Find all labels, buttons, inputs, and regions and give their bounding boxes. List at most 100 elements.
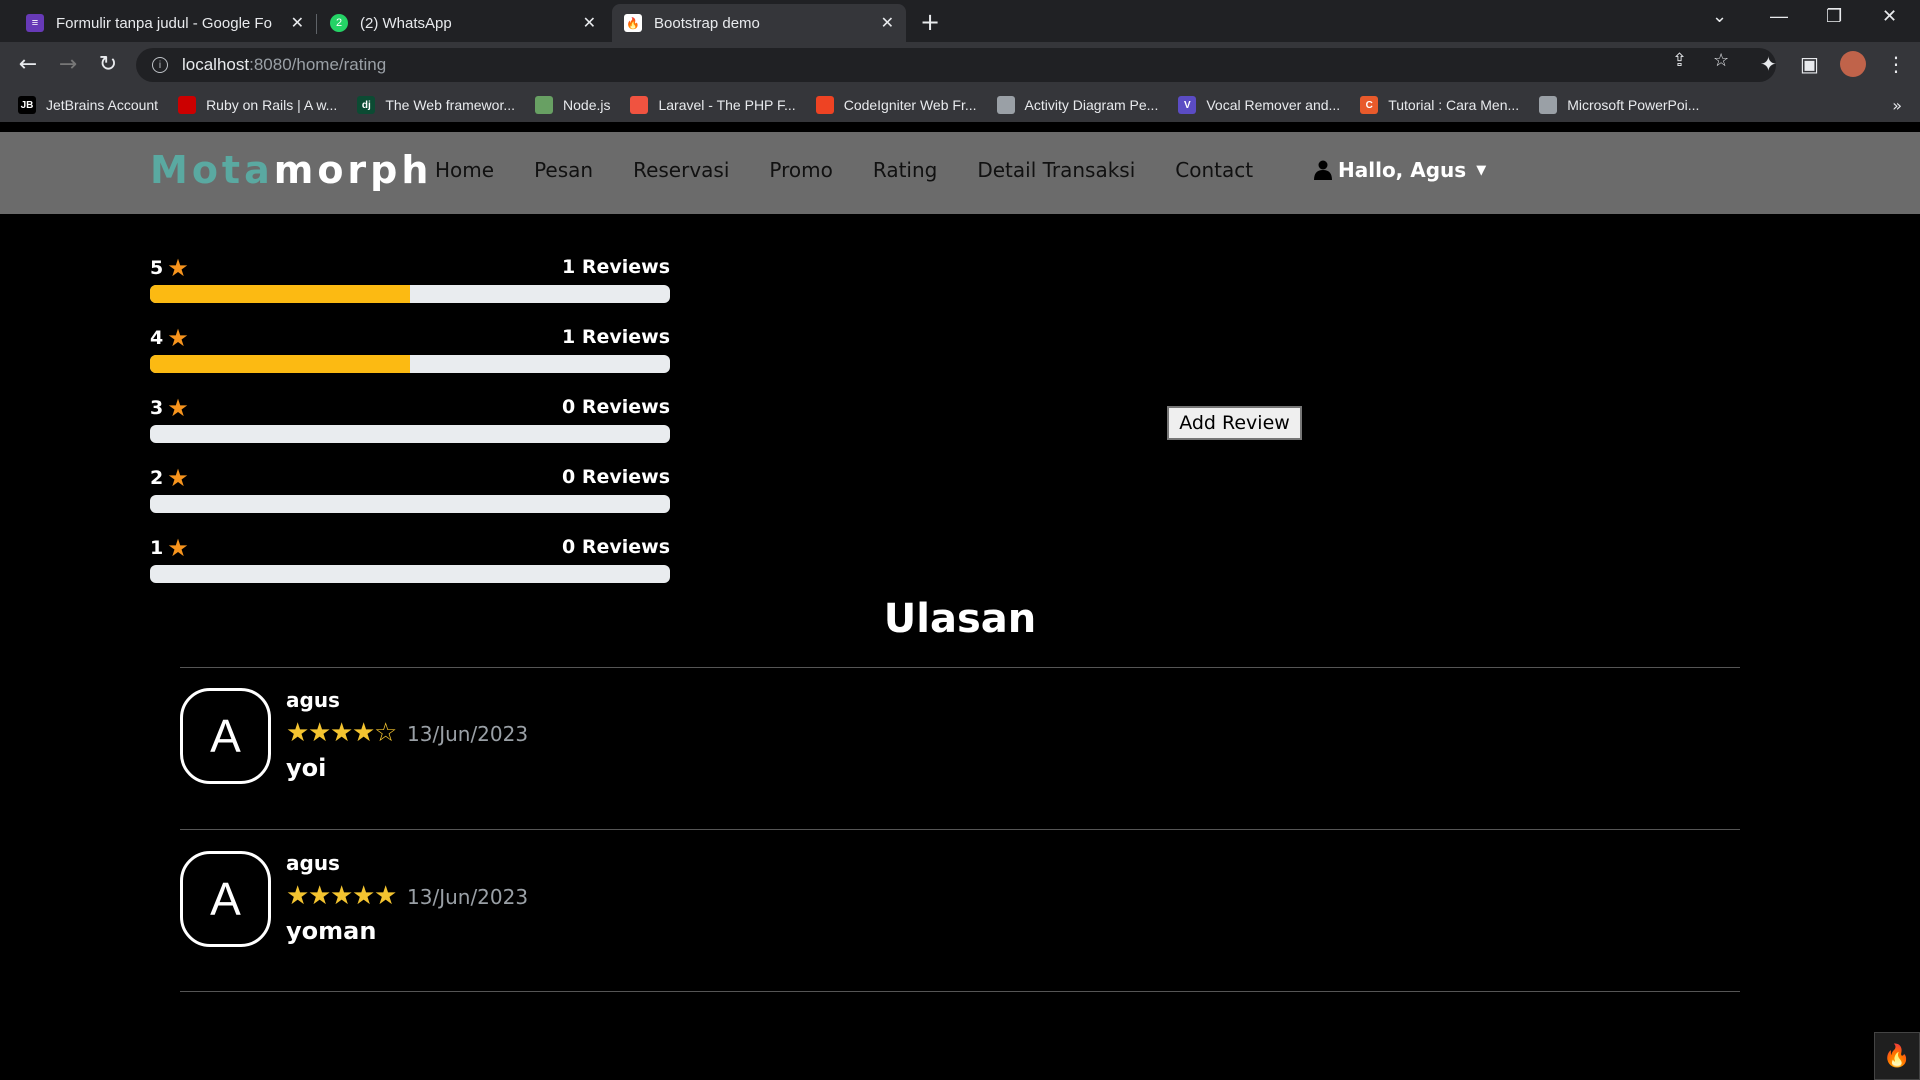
- rating-number: 5: [150, 257, 164, 279]
- star-icon: ★: [167, 464, 189, 492]
- brand-part1: Mota: [150, 148, 274, 192]
- bookmark-item[interactable]: C Tutorial : Cara Men...: [1360, 96, 1519, 114]
- divider: [180, 829, 1740, 830]
- bookmark-item[interactable]: Activity Diagram Pe...: [996, 96, 1159, 114]
- bookmark-item[interactable]: V Vocal Remover and...: [1178, 96, 1340, 114]
- minimize-icon[interactable]: —: [1770, 6, 1788, 27]
- tab-whatsapp[interactable]: 2 (2) WhatsApp ✕: [318, 4, 608, 42]
- site-info-icon[interactable]: i: [152, 57, 168, 73]
- rating-row: 1 ★ 0 Reviews: [150, 534, 670, 594]
- extensions-icon[interactable]: ✦: [1760, 52, 1777, 76]
- side-panel-icon[interactable]: ▣: [1800, 52, 1819, 76]
- bookmarks-overflow-button[interactable]: »: [1892, 96, 1902, 115]
- close-icon[interactable]: ✕: [291, 13, 304, 33]
- nav-link-detail-transaksi[interactable]: Detail Transaksi: [977, 158, 1135, 182]
- new-tab-button[interactable]: +: [920, 8, 940, 36]
- tab-title: Bootstrap demo: [654, 14, 760, 32]
- bookmark-label: Laravel - The PHP F...: [658, 97, 796, 113]
- nav-link-home[interactable]: Home: [435, 158, 494, 182]
- nav-link-contact[interactable]: Contact: [1175, 158, 1253, 182]
- nav-link-reservasi[interactable]: Reservasi: [633, 158, 729, 182]
- rating-bar: [150, 425, 670, 443]
- site-navbar: Motamorph Home Pesan Reservasi Promo Rating D…: [0, 132, 1920, 214]
- tab-separator: [316, 14, 317, 34]
- nav-links: Home Pesan Reservasi Promo Rating Detail Tran…: [435, 158, 1293, 182]
- rating-level: 1 ★: [150, 534, 189, 562]
- tab-strip: ≡ Formulir tanpa judul - Google Fo ✕ 2 (…: [0, 0, 1920, 42]
- review-stars: ★ ★ ★ ★ ☆: [286, 718, 397, 748]
- tab-title: Formulir tanpa judul - Google Fo: [56, 14, 272, 32]
- reload-icon[interactable]: ↻: [94, 52, 122, 77]
- bookmark-favicon-icon: JB: [18, 96, 36, 114]
- star-filled-icon: ★: [308, 718, 332, 748]
- nav-link-promo[interactable]: Promo: [769, 158, 832, 182]
- rating-bar-fill: [150, 285, 410, 303]
- bookmark-star-icon[interactable]: ☆: [1713, 50, 1729, 71]
- star-filled-icon: ★: [352, 881, 376, 911]
- star-filled-icon: ★: [286, 881, 310, 911]
- review-item: Aagus ★ ★ ★ ★ ★ 13/Jun/2023 yoman: [180, 851, 1740, 961]
- bookmark-label: Activity Diagram Pe...: [1024, 97, 1159, 113]
- rating-number: 4: [150, 327, 164, 349]
- restore-icon[interactable]: ❐: [1826, 6, 1842, 27]
- profile-avatar[interactable]: [1840, 51, 1866, 77]
- bookmark-favicon-icon: [178, 96, 197, 114]
- bookmark-item[interactable]: Microsoft PowerPoi...: [1539, 96, 1699, 114]
- tab-title: (2) WhatsApp: [360, 14, 452, 32]
- bookmark-label: Microsoft PowerPoi...: [1567, 97, 1700, 113]
- forms-icon: ≡: [26, 14, 44, 32]
- bookmark-item[interactable]: CodeIgniter Web Fr...: [815, 96, 977, 114]
- bookmark-favicon-icon: [630, 96, 649, 114]
- star-filled-icon: ★: [352, 718, 376, 748]
- rating-number: 2: [150, 467, 164, 489]
- bookmark-favicon-icon: C: [1360, 96, 1379, 114]
- forward-icon[interactable]: →: [54, 52, 82, 77]
- rating-bar: [150, 355, 670, 373]
- divider: [180, 667, 1740, 668]
- review-stars: ★ ★ ★ ★ ★: [286, 881, 398, 911]
- close-window-icon[interactable]: ✕: [1882, 6, 1897, 27]
- star-filled-icon: ★: [374, 881, 398, 911]
- bookmark-item[interactable]: dj The Web framewor...: [357, 96, 515, 114]
- bookmark-favicon-icon: [535, 96, 554, 114]
- tab-search-icon[interactable]: ⌄: [1712, 6, 1727, 27]
- rating-count: 1 Reviews: [562, 326, 670, 348]
- star-filled-icon: ★: [308, 881, 332, 911]
- user-icon: [1314, 160, 1332, 180]
- bookmark-item[interactable]: JB JetBrains Account: [18, 96, 158, 114]
- bookmark-item[interactable]: Node.js: [535, 96, 610, 114]
- brand-logo[interactable]: Motamorph: [150, 148, 432, 192]
- add-review-button[interactable]: Add Review: [1167, 406, 1302, 440]
- close-icon[interactable]: ✕: [881, 13, 894, 33]
- review-date: 13/Jun/2023: [407, 885, 529, 909]
- bookmark-favicon-icon: dj: [357, 96, 376, 114]
- nav-link-rating[interactable]: Rating: [873, 158, 937, 182]
- rating-bar: [150, 495, 670, 513]
- rating-row: 5 ★ 1 Reviews: [150, 254, 670, 314]
- tab-bootstrap-demo[interactable]: 🔥 Bootstrap demo ✕: [612, 4, 906, 42]
- tab-google-forms[interactable]: ≡ Formulir tanpa judul - Google Fo ✕: [14, 4, 316, 42]
- bookmark-item[interactable]: Laravel - The PHP F...: [630, 96, 796, 114]
- menu-icon[interactable]: ⋮: [1886, 52, 1906, 76]
- brand-part2: morph: [273, 148, 433, 192]
- rating-bar: [150, 285, 670, 303]
- rating-level: 3 ★: [150, 394, 189, 422]
- close-icon[interactable]: ✕: [583, 13, 596, 33]
- back-icon[interactable]: ←: [14, 52, 42, 77]
- avatar: A: [180, 688, 271, 784]
- debug-toolbar-icon[interactable]: 🔥: [1874, 1032, 1920, 1080]
- bookmark-label: Vocal Remover and...: [1206, 97, 1341, 113]
- star-icon: ★: [167, 254, 189, 282]
- address-bar[interactable]: i localhost:8080/home/rating: [136, 48, 1776, 82]
- user-dropdown[interactable]: Hallo, Agus ▼: [1314, 158, 1486, 182]
- divider: [180, 991, 1740, 992]
- rating-bar: [150, 565, 670, 583]
- bookmark-item[interactable]: Ruby on Rails | A w...: [178, 96, 337, 114]
- nav-link-pesan[interactable]: Pesan: [534, 158, 593, 182]
- star-filled-icon: ★: [330, 718, 354, 748]
- bookmark-label: CodeIgniter Web Fr...: [843, 97, 977, 113]
- star-filled-icon: ★: [286, 718, 310, 748]
- share-icon[interactable]: ⇪: [1672, 50, 1687, 71]
- bookmark-favicon-icon: V: [1178, 96, 1197, 114]
- bookmark-favicon-icon: [996, 96, 1015, 114]
